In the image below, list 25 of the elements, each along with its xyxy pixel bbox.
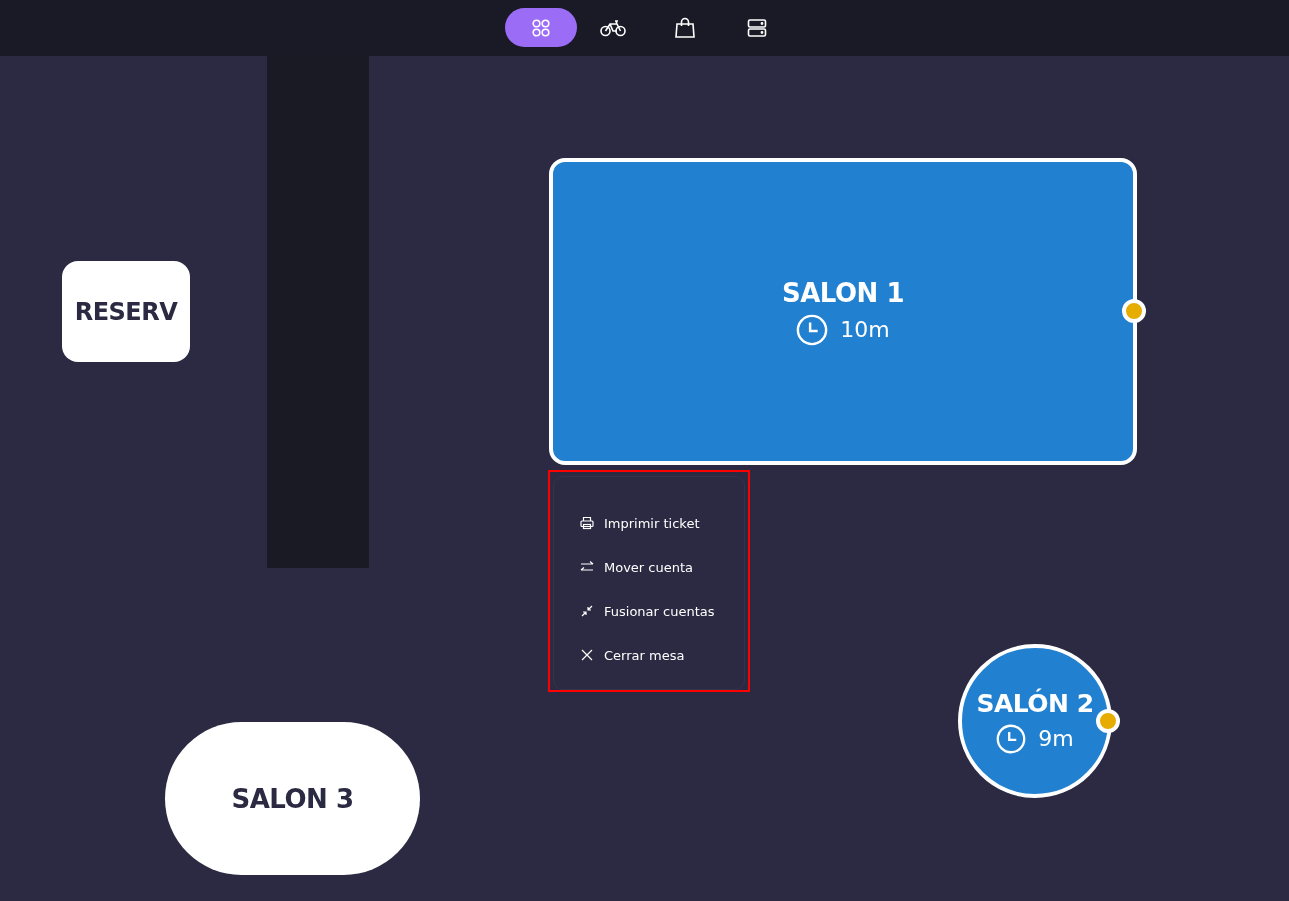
clock-icon — [996, 723, 1027, 754]
table[interactable]: RESERV — [62, 261, 190, 362]
table[interactable]: SALON 1 10m — [549, 158, 1137, 465]
table-name: SALON 3 — [231, 783, 354, 814]
elapsed-time: 10m — [840, 317, 890, 342]
menu-item[interactable]: Mover cuenta — [580, 553, 694, 581]
printer-icon — [580, 516, 594, 530]
table-name: SALON 1 — [782, 277, 904, 308]
clock-icon — [796, 313, 829, 346]
collapse-arrows-icon — [580, 604, 594, 618]
table-name: RESERV — [74, 297, 178, 326]
nav-tab[interactable] — [504, 8, 577, 47]
menu-item[interactable]: Cerrar mesa — [580, 641, 685, 669]
grid-icon — [530, 17, 551, 38]
server-icon — [746, 17, 767, 38]
table[interactable]: SALÓN 2 9m — [958, 644, 1112, 798]
menu-item[interactable]: Imprimir ticket — [580, 509, 700, 537]
table-name: SALÓN 2 — [976, 688, 1094, 718]
close-icon — [580, 648, 594, 662]
elapsed-time: 9m — [1038, 726, 1074, 751]
table[interactable]: SALON 3 — [165, 722, 420, 875]
shopping-bag-icon — [673, 16, 696, 39]
menu-item[interactable]: Fusionar cuentas — [580, 597, 715, 625]
swap-arrows-icon — [580, 560, 594, 574]
bicycle-icon — [599, 17, 626, 38]
